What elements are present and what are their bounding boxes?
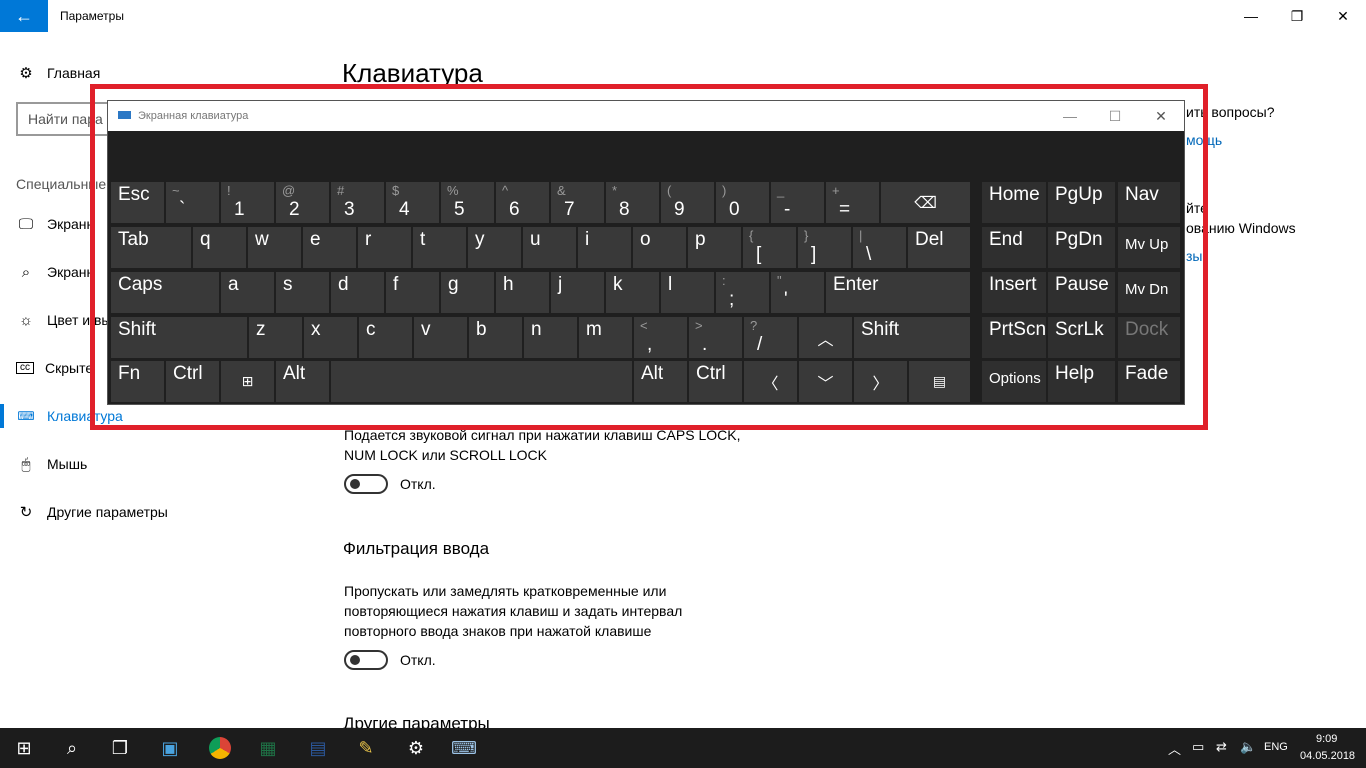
sidebar-item-mouse[interactable]: 🖱 Мышь [16,452,87,476]
filter-toggle-state: Откл. [400,652,436,668]
back-button[interactable]: ← [0,0,48,32]
sidebar-item-label: Экранн [47,216,95,232]
battery-icon[interactable]: ▭ [1192,739,1204,755]
excel-icon[interactable]: ▦ [244,728,292,768]
sidebar-home[interactable]: ⚙ Главная [16,61,100,85]
refresh-icon: ↻ [19,504,33,521]
volume-icon[interactable]: 🔈 [1240,739,1256,755]
taskbar: ⊞ ⌕ ❐ ▣ ▦ ▤ ✎ ⚙ ⌨ ︿ ▭ ⇄ 🔈 ENG 9:09 04.05… [0,728,1366,768]
maximize-button[interactable]: ❐ [1274,0,1320,32]
toggle-knob [350,479,360,489]
toggle-knob [350,655,360,665]
task-view-icon[interactable]: ❐ [96,728,144,768]
sidebar-item-label: Экранн [47,264,95,280]
word-icon[interactable]: ▤ [294,728,342,768]
filter-text-line1: Пропускать или замедлять кратковременные… [344,583,667,599]
sidebar-item-label: Другие параметры [47,504,168,520]
sidebar-item-captions[interactable]: cc Скрыте [16,356,93,380]
windows-start-icon[interactable]: ⊞ [0,728,48,768]
title-bar: ← Параметры — ❐ ✕ [0,0,1366,32]
language-indicator[interactable]: ENG [1264,741,1288,753]
gear-icon: ⚙ [19,65,33,82]
sidebar-item-display[interactable]: 🖵 Экранн [16,212,94,236]
active-indicator [0,404,4,428]
sidebar-item-other[interactable]: ↻ Другие параметры [16,500,168,524]
clock-date[interactable]: 04.05.2018 [1300,750,1355,762]
minimize-button[interactable]: — [1228,0,1274,32]
network-icon[interactable]: ⇄ [1216,739,1227,755]
display-icon: 🖵 [18,215,34,233]
captions-icon: cc [16,362,34,374]
search-icon[interactable]: ⌕ [48,728,96,768]
sidebar-item-label: Мышь [47,456,88,472]
app-title: Параметры [60,9,124,23]
tray-chevron-icon[interactable]: ︿ [1168,739,1181,758]
mouse-icon: 🖱 [21,455,31,473]
filter-text-line3: повторного ввода знаков при нажатой клав… [344,623,652,639]
close-button[interactable]: ✕ [1320,0,1366,32]
app-icon[interactable]: ▣ [146,728,194,768]
keyboard-icon: ⌨ [17,409,35,423]
sound-toggle[interactable] [344,474,388,494]
filter-text-line2: повторяющиеся нажатия клавиш и задать ин… [344,603,683,619]
sidebar-item-magnifier[interactable]: ⌕ Экранн [16,260,94,284]
paint-icon[interactable]: ✎ [342,728,390,768]
sound-toggle-state: Откл. [400,476,436,492]
clock-time[interactable]: 9:09 [1316,733,1337,745]
settings-gear-icon[interactable]: ⚙ [392,728,440,768]
sound-text-line2: NUM LOCK или SCROLL LOCK [344,447,547,463]
sidebar-item-label: Скрыте [45,360,94,376]
brightness-icon: ☼ [19,311,33,329]
arrow-left-icon: ← [15,5,33,26]
sidebar-home-label: Главная [47,65,101,81]
filter-heading: Фильтрация ввода [343,539,490,558]
magnifier-icon: ⌕ [21,263,31,281]
highlight-frame [90,84,1208,430]
osk-icon[interactable]: ⌨ [440,728,488,768]
chrome-icon[interactable] [196,728,244,768]
filter-toggle[interactable] [344,650,388,670]
